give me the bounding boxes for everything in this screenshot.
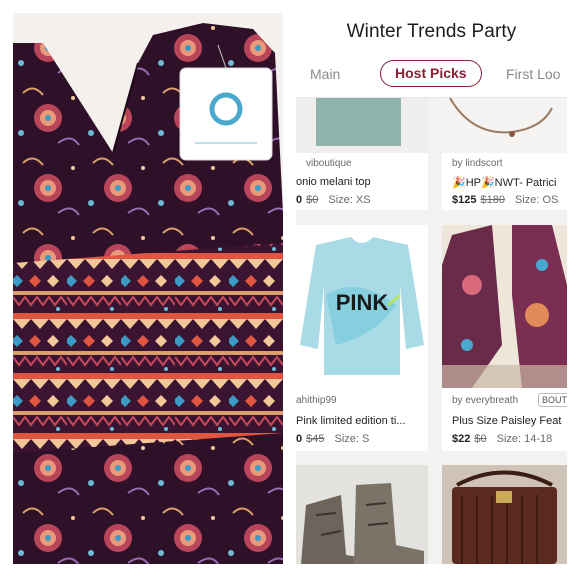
listing-card[interactable]: viboutique onio melani top 0 $0 Size: XS xyxy=(296,98,428,210)
listing-card[interactable]: by everybreath BOUT Plus Size Paisley Fe… xyxy=(442,225,567,451)
listing-title[interactable]: 🎉HP🎉NWT- Patrici xyxy=(452,176,556,189)
price-original: $0 xyxy=(306,194,319,206)
tab-main[interactable]: Main xyxy=(310,63,340,85)
listing-card[interactable] xyxy=(442,465,567,564)
listing-image[interactable] xyxy=(442,98,567,153)
app-screenshot: Winter Trends Party Main Host Picks Firs… xyxy=(296,13,567,564)
listing-image[interactable] xyxy=(296,98,428,153)
seller-name[interactable]: by lindscort xyxy=(452,158,503,169)
app-header: Winter Trends Party xyxy=(296,13,567,53)
listing-title[interactable]: onio melani top xyxy=(296,176,371,188)
listing-size: Size: XS xyxy=(328,194,371,206)
sweatshirt-image: PINK xyxy=(300,237,424,375)
listing-card[interactable]: PINK ahithip99 Pink limited edition ti..… xyxy=(296,225,428,451)
paisley-leggings-image xyxy=(442,225,567,388)
seller-name[interactable]: ahithip99 xyxy=(296,395,337,406)
listing-price: 0 $0 Size: XS xyxy=(296,194,371,206)
sweatshirt-print-text: PINK xyxy=(336,290,389,315)
listing-image[interactable] xyxy=(296,465,428,564)
price-current: 0 xyxy=(296,194,303,206)
listing-price: $22 $0 Size: 14-18 xyxy=(452,433,552,445)
handbag-image xyxy=(442,465,567,564)
tab-host-picks[interactable]: Host Picks xyxy=(380,60,482,87)
necklace-image xyxy=(449,98,553,137)
listing-size: Size: OS xyxy=(514,194,559,206)
boots-image xyxy=(301,483,424,564)
listing-price: $125 $180 Size: OS xyxy=(452,194,558,206)
tab-first-look[interactable]: First Loo xyxy=(506,63,560,85)
boutique-badge: BOUT xyxy=(538,393,567,407)
listing-card[interactable]: by lindscort 🎉HP🎉NWT- Patrici $125 $180 Si… xyxy=(442,98,567,210)
price-original: $0 xyxy=(474,433,487,445)
listing-price: 0 $45 Size: S xyxy=(296,433,369,445)
leggings-photo xyxy=(13,13,283,564)
price-original: $45 xyxy=(306,433,325,445)
listing-image[interactable]: PINK xyxy=(296,225,428,388)
listing-title[interactable]: Pink limited edition ti... xyxy=(296,415,405,427)
tab-bar: Main Host Picks First Loo xyxy=(296,53,567,98)
price-current: 0 xyxy=(296,433,303,445)
listing-size: Size: 14-18 xyxy=(496,433,553,445)
price-original: $180 xyxy=(480,194,505,206)
seller-name[interactable]: by everybreath xyxy=(452,395,518,406)
page-title: Winter Trends Party xyxy=(346,21,517,42)
listing-size: Size: S xyxy=(334,433,370,445)
listing-title[interactable]: Plus Size Paisley Feat xyxy=(452,415,561,427)
listing-image[interactable] xyxy=(442,465,567,564)
listing-image[interactable] xyxy=(442,225,567,388)
price-current: $125 xyxy=(452,194,477,206)
listing-card[interactable] xyxy=(296,465,428,564)
collage-frame: Winter Trends Party Main Host Picks Firs… xyxy=(0,0,580,580)
seller-name[interactable]: viboutique xyxy=(306,158,352,169)
skirt-image xyxy=(316,98,401,146)
price-current: $22 xyxy=(452,433,471,445)
